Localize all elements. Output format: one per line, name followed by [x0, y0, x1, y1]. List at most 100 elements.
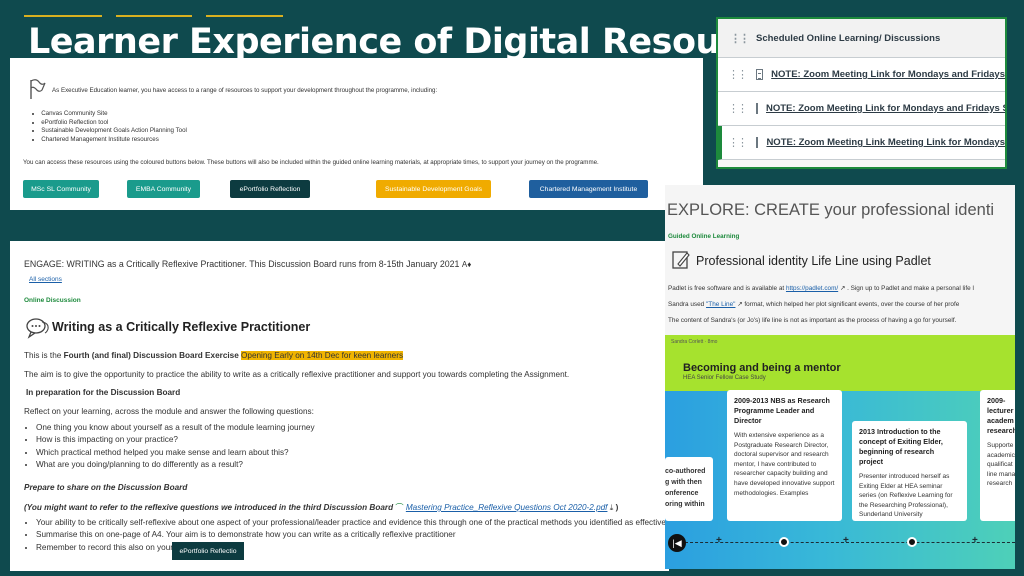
refer-text: (You might want to refer to the reflexiv…: [24, 503, 394, 512]
the-line-link[interactable]: "The Line": [706, 301, 735, 308]
add-icon[interactable]: +: [716, 535, 722, 546]
page-icon: [756, 69, 764, 80]
padlet-link[interactable]: https://padlet.com/: [786, 285, 838, 292]
discussion-heading-row: ENGAGE: WRITING as a Critically Reflexiv…: [24, 259, 471, 269]
padlet-title: Becoming and being a mentor: [683, 362, 841, 374]
drag-handle-icon[interactable]: ⋮⋮: [730, 32, 750, 45]
reflexive-questions-file-link[interactable]: Mastering Practice_Reflexive Questions O…: [406, 503, 608, 512]
module-item[interactable]: ⋮⋮ NOTE: Zoom Meeting Link for Mondays a…: [718, 92, 1005, 126]
card-body: With extensive experience as a Postgradu…: [734, 432, 835, 497]
discussion-icon: [26, 318, 49, 339]
card-body: Supporte academic qualificat line mana r…: [987, 442, 1015, 488]
eportfolio-reflection-button[interactable]: ePortfolio Reflectio: [172, 542, 244, 560]
timeline-card[interactable]: 2013 Introduction to the concept of Exit…: [852, 421, 967, 521]
list-item: Your ability to be critically self-refle…: [36, 517, 666, 529]
page-icon: [756, 103, 758, 114]
module-item-link[interactable]: NOTE: Zoom Meeting Link Meeting Link for…: [766, 137, 1005, 148]
padlet-text: Padlet is free software and is available…: [668, 285, 785, 292]
timeline-line: [685, 542, 1015, 543]
list-item: ePortfolio Reflection tool: [32, 119, 187, 128]
msc-sl-community-button[interactable]: MSc SL Community: [23, 180, 99, 198]
card-body: co-authored g with then onference oring …: [665, 468, 706, 508]
external-link-icon: ↗: [838, 285, 848, 292]
discussion-heading: ENGAGE: WRITING as a Critically Reflexiv…: [24, 259, 460, 269]
content-note: The content of Sandra's (or Jo's) life l…: [668, 317, 957, 324]
prepare-heading: Prepare to share on the Discussion Board: [24, 483, 188, 492]
card-title: 2009-2013 NBS as Research Programme Lead…: [734, 396, 830, 425]
create-icon: [672, 251, 690, 269]
reflect-text: Reflect on your learning, across the mod…: [24, 407, 314, 416]
card-title: 2009- lecturer academ research: [987, 396, 1015, 435]
list-item: Which practical method helped you make s…: [36, 447, 315, 459]
page-icon: [756, 137, 759, 148]
padlet-subtitle: HEA Senior Fellow Case Study: [683, 375, 766, 381]
timeline-text: format, which helped her plot significan…: [744, 301, 960, 308]
list-item: Remember to record this also on your: [36, 542, 666, 554]
module-item[interactable]: ⋮⋮ NOTE: Zoom Meeting Link for Mondays a…: [718, 58, 1005, 92]
module-item-link[interactable]: NOTE: Zoom Meeting Link for Mondays and …: [771, 69, 1005, 80]
list-item: Sustainable Development Goals Action Pla…: [32, 127, 187, 136]
card-title: 2013 Introduction to the concept of Exit…: [859, 427, 943, 466]
all-sections-link[interactable]: All sections: [29, 276, 62, 283]
padlet-line: Padlet is free software and is available…: [668, 284, 974, 292]
discussion-title: Writing as a Critically Reflexive Practi…: [52, 320, 311, 334]
exercise-prefix: This is the: [24, 351, 64, 360]
list-item: How is this impacting on your practice?: [36, 434, 315, 446]
cmi-button[interactable]: Chartered Management Institute: [529, 180, 648, 198]
resources-panel: As Executive Education learner, you have…: [10, 58, 703, 210]
eportfolio-reflection-button[interactable]: ePortfolio Reflection: [230, 180, 310, 198]
discussion-panel: ENGAGE: WRITING as a Critically Reflexiv…: [10, 241, 669, 571]
padlet-author: Sandra Corlett · 8mo: [671, 339, 718, 345]
tasks-list: Your ability to be critically self-refle…: [24, 517, 666, 554]
card-body: Presenter introduced herself as Exiting …: [859, 473, 953, 519]
add-icon[interactable]: +: [843, 535, 849, 546]
sdg-button[interactable]: Sustainable Development Goals: [376, 180, 491, 198]
module-title: Scheduled Online Learning/ Discussions: [756, 32, 941, 44]
timeline-start-icon[interactable]: |◀: [668, 534, 686, 552]
list-item: One thing you know about yourself as a r…: [36, 422, 315, 434]
page-title: Learner Experience of Digital Resources: [28, 22, 801, 62]
module-header[interactable]: ⋮⋮ Scheduled Online Learning/ Discussion…: [718, 19, 1005, 58]
modules-panel: ⋮⋮ Scheduled Online Learning/ Discussion…: [716, 17, 1007, 169]
timeline-text: Sandra used: [668, 301, 705, 308]
download-icon[interactable]: ⤓: [610, 503, 614, 512]
resources-intro: As Executive Education learner, you have…: [52, 87, 438, 94]
opening-early-highlight: Opening Early on 14th Dec for keen learn…: [241, 351, 404, 360]
drag-handle-icon[interactable]: ⋮⋮: [728, 68, 748, 81]
drag-handle-icon[interactable]: ⋮⋮: [728, 136, 748, 149]
exercise-bold: Fourth (and final) Discussion Board Exer…: [63, 351, 239, 360]
immersive-reader-icon[interactable]: A♦: [462, 260, 471, 269]
questions-list: One thing you know about yourself as a r…: [24, 422, 315, 472]
title-accent-line: [116, 15, 192, 17]
category-label: Online Discussion: [24, 297, 81, 304]
timeline-line: Sandra used "The Line" ↗ format, which h…: [668, 300, 959, 308]
list-item: Summarise this on one-page of A4. Your a…: [36, 529, 666, 541]
timeline-point[interactable]: [907, 537, 917, 547]
refer-line: (You might want to refer to the reflexiv…: [24, 503, 619, 512]
explore-panel: EXPLORE: CREATE your professional identi…: [665, 185, 1015, 569]
explore-title: EXPLORE: CREATE your professional identi: [667, 201, 995, 219]
drag-handle-icon[interactable]: ⋮⋮: [728, 102, 748, 115]
exercise-line: This is the Fourth (and final) Discussio…: [24, 351, 404, 360]
link-icon: ⌒: [395, 503, 406, 512]
timeline-card[interactable]: 2009-2013 NBS as Research Programme Lead…: [727, 390, 842, 521]
module-item[interactable]: ⋮⋮ NOTE: Zoom Meeting Link Meeting Link …: [718, 126, 1005, 160]
module-item-link[interactable]: NOTE: Zoom Meeting Link for Mondays and …: [766, 103, 1005, 114]
title-accent-line: [206, 15, 283, 17]
resources-list: Canvas Community Site ePortfolio Reflect…: [32, 110, 187, 144]
category-label: Guided Online Learning: [668, 233, 740, 240]
add-icon[interactable]: +: [972, 535, 978, 546]
title-accent-line: [24, 15, 102, 17]
timeline-point[interactable]: [779, 537, 789, 547]
list-item: What are you doing/planning to do differ…: [36, 459, 315, 471]
timeline-card[interactable]: 2009- lecturer academ research Supporte …: [980, 390, 1015, 521]
prep-heading: In preparation for the Discussion Board: [26, 388, 181, 397]
timeline-track[interactable]: |◀ + + +: [665, 534, 1015, 552]
list-item: Canvas Community Site: [32, 110, 187, 119]
padlet-text: . Sign up to Padlet and make a personal …: [847, 285, 974, 292]
timeline-card[interactable]: co-authored g with then onference oring …: [665, 457, 713, 521]
aim-text: The aim is to give the opportunity to pr…: [24, 370, 570, 379]
explore-heading: Professional identity Life Line using Pa…: [696, 254, 931, 268]
emba-community-button[interactable]: EMBA Community: [127, 180, 200, 198]
list-item: Chartered Management Institute resources: [32, 136, 187, 145]
